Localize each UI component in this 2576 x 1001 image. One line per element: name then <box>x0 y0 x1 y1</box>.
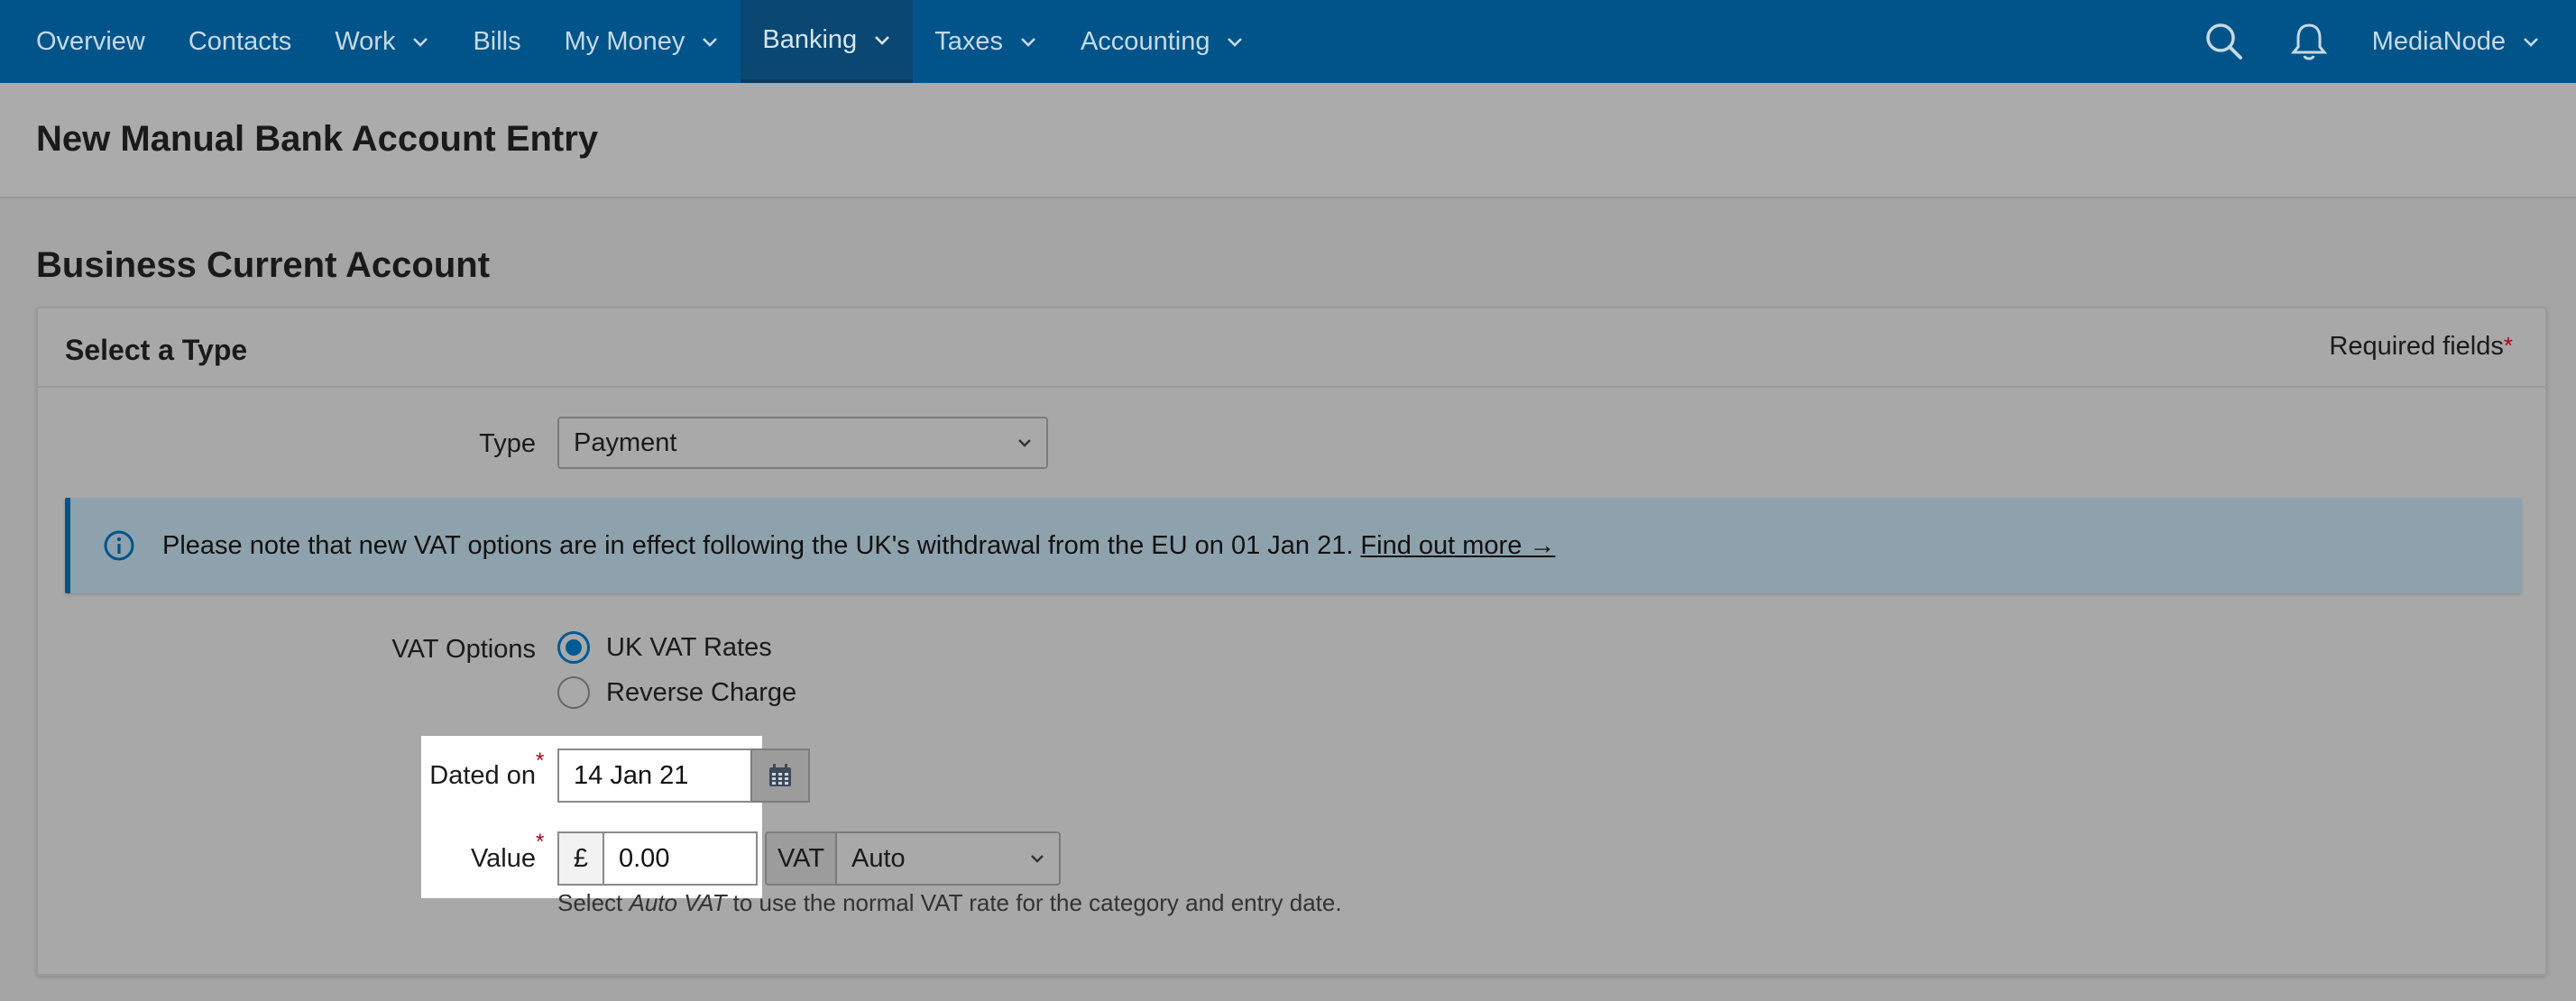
required-star: * <box>536 830 545 854</box>
page-header: New Manual Bank Account Entry <box>0 83 2576 198</box>
nav-item-label: Bills <box>473 26 521 56</box>
nav-item-label: Work <box>335 26 396 56</box>
vat-option-reverse-charge[interactable]: Reverse Charge <box>557 676 796 709</box>
chevron-down-icon <box>413 38 428 47</box>
search-icon[interactable] <box>2203 20 2246 63</box>
help-text-emphasis: Auto VAT <box>629 889 727 916</box>
info-banner-text: Please note that new VAT options are in … <box>162 530 1354 560</box>
chevron-down-icon <box>1031 855 1044 863</box>
nav-item-my-money[interactable]: My Money <box>543 0 741 83</box>
help-text-suffix: to use the normal VAT rate for the categ… <box>726 889 1342 916</box>
card-title: Select a Type <box>65 334 248 366</box>
vat-option-label: UK VAT Rates <box>606 632 772 662</box>
nav-item-accounting[interactable]: Accounting <box>1059 0 1266 83</box>
nav-item-label: Overview <box>36 26 145 56</box>
required-fields-label: Required fields <box>2329 332 2504 361</box>
vat-option-uk-rates[interactable]: UK VAT Rates <box>557 631 772 664</box>
nav-utilities: MediaNode <box>2203 0 2576 83</box>
account-menu[interactable]: MediaNode <box>2372 27 2540 57</box>
radio-button[interactable] <box>557 676 590 709</box>
nav-menu: Overview Contacts Work Bills My Money Ba… <box>0 0 1265 83</box>
page-title: New Manual Bank Account Entry <box>36 119 599 159</box>
dated-on-label: Dated on <box>429 761 536 790</box>
dated-on-input[interactable]: 14 Jan 21 <box>557 748 752 803</box>
nav-item-label: My Money <box>564 26 685 56</box>
type-select[interactable]: Payment <box>557 417 1048 469</box>
nav-item-label: Contacts <box>188 26 292 56</box>
vat-rate-value: Auto <box>851 843 906 873</box>
help-text-prefix: Select <box>557 889 630 916</box>
nav-item-banking[interactable]: Banking <box>741 0 914 83</box>
nav-item-label: Accounting <box>1080 26 1210 56</box>
info-icon <box>104 530 134 561</box>
type-label: Type <box>479 429 536 458</box>
nav-item-taxes[interactable]: Taxes <box>913 0 1059 83</box>
value-input[interactable]: 0.00 <box>603 831 758 886</box>
required-fields-note: Required fields* <box>2329 332 2513 362</box>
value-amount: 0.00 <box>619 843 670 873</box>
account-name: MediaNode <box>2371 26 2506 56</box>
nav-item-label: Banking <box>762 24 858 54</box>
nav-item-label: Taxes <box>934 26 1003 56</box>
chevron-down-icon <box>1018 439 1031 447</box>
required-star: * <box>2503 332 2513 359</box>
value-label: Value <box>470 844 536 873</box>
radio-button-checked[interactable] <box>557 631 590 664</box>
type-select-value: Payment <box>574 427 677 457</box>
nav-item-bills[interactable]: Bills <box>451 0 542 83</box>
chevron-down-icon <box>703 38 718 47</box>
entry-form-card: Select a Type Required fields* Type Paym… <box>36 307 2547 976</box>
vat-option-label: Reverse Charge <box>606 677 797 707</box>
section-title: Business Current Account <box>36 245 491 285</box>
dated-on-value: 14 Jan 21 <box>574 760 689 790</box>
chevron-down-icon <box>1228 38 1243 47</box>
vat-options-label: VAT Options <box>391 635 536 664</box>
chevron-down-icon <box>2524 38 2538 47</box>
vat-help-text: Select Auto VAT to use the normal VAT ra… <box>557 889 1342 917</box>
currency-symbol: £ <box>573 843 589 873</box>
bell-icon[interactable] <box>2287 20 2331 63</box>
top-navigation: Overview Contacts Work Bills My Money Ba… <box>0 0 2576 83</box>
nav-item-work[interactable]: Work <box>313 0 451 83</box>
find-out-more-link[interactable]: Find out more → <box>1360 531 1555 561</box>
calendar-icon <box>769 764 791 786</box>
card-header: Select a Type Required fields* <box>38 308 2545 388</box>
vat-addon-label: VAT <box>777 843 825 873</box>
required-star: * <box>536 748 545 773</box>
chevron-down-icon <box>1021 38 1035 47</box>
nav-item-contacts[interactable]: Contacts <box>167 0 313 83</box>
nav-item-overview[interactable]: Overview <box>14 0 167 83</box>
calendar-button[interactable] <box>750 748 810 803</box>
chevron-down-icon <box>875 36 890 45</box>
vat-rate-select[interactable]: Auto <box>835 831 1061 886</box>
vat-addon: VAT <box>765 831 837 886</box>
vat-info-banner: Please note that new VAT options are in … <box>65 498 2522 593</box>
currency-addon: £ <box>557 831 604 886</box>
